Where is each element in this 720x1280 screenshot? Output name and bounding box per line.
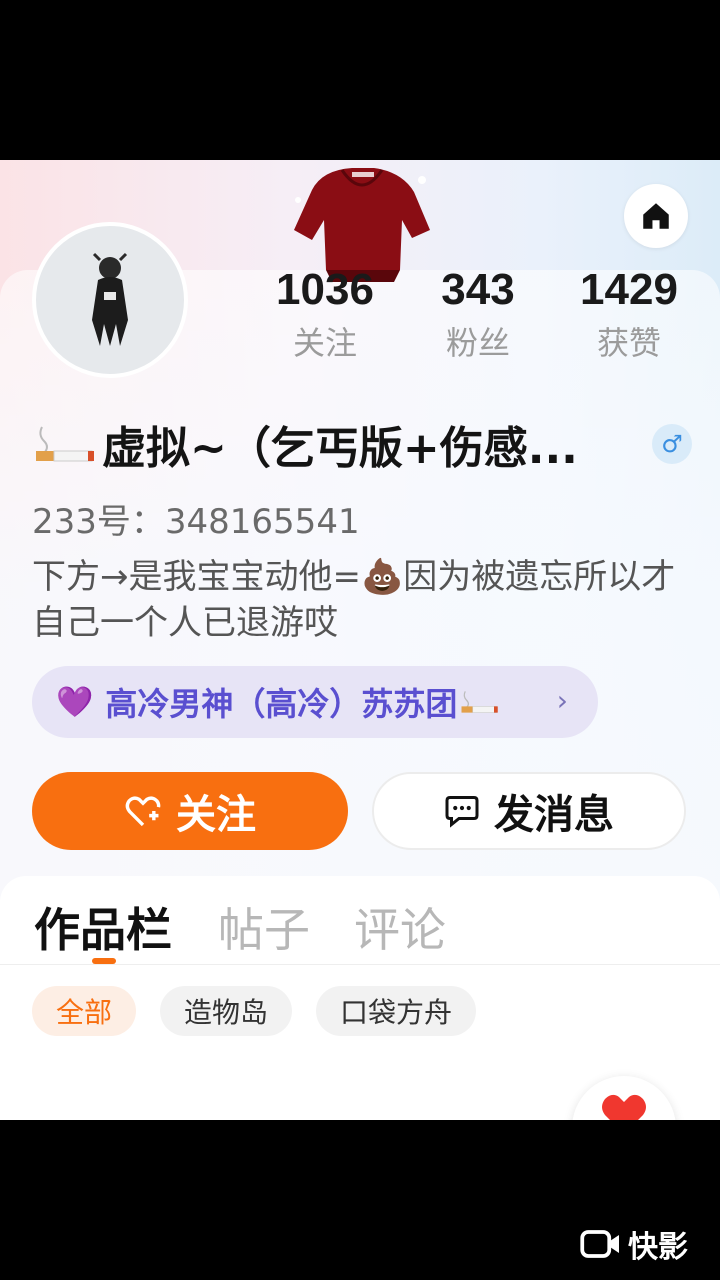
filter-creation-island[interactable]: 造物岛 [160, 986, 292, 1036]
cigarette-emoji-icon [36, 426, 94, 462]
user-id: 233号：348165541 [32, 502, 360, 542]
avatar[interactable] [32, 222, 188, 378]
follow-button[interactable]: 关注 [32, 772, 348, 850]
kuaiying-watermark: 快影 [580, 1222, 688, 1266]
following-label: 关注 [292, 324, 357, 362]
message-button[interactable]: 发消息 [372, 772, 686, 850]
gender-male-icon: ♂ [652, 424, 692, 464]
watermark-label: 快影 [628, 1230, 688, 1265]
following-count: 1036 [276, 265, 374, 314]
chat-bubble-icon [444, 794, 480, 828]
filter-pocket-ark[interactable]: 口袋方舟 [316, 986, 476, 1036]
group-link[interactable]: 💜 高冷男神（高冷）苏苏团 › [32, 666, 598, 738]
message-label: 发消息 [494, 792, 614, 838]
stats-row: 1036 关注 343 粉丝 1429 获赞 [250, 264, 710, 374]
name-row: 虚拟~（乞丐版+伤感... ♂ [32, 414, 692, 474]
likes-label: 获赞 [596, 324, 661, 362]
fans-count: 343 [441, 265, 515, 314]
follow-label: 关注 [176, 792, 256, 838]
likes-count: 1429 [580, 265, 678, 314]
video-camera-icon [580, 1230, 619, 1258]
heart-plus-icon [124, 794, 162, 828]
user-name: 虚拟~（乞丐版+伤感... [102, 423, 578, 474]
cigarette-emoji-icon [461, 691, 499, 713]
fans-label: 粉丝 [445, 324, 510, 362]
filter-all[interactable]: 全部 [32, 986, 136, 1036]
tab-comments[interactable]: 评论 [354, 894, 446, 960]
chevron-right-icon: › [556, 684, 568, 717]
purple-heart-icon: 💜 [56, 684, 94, 720]
character-avatar-image [92, 252, 128, 346]
tabs-divider [0, 964, 720, 965]
home-icon [643, 203, 669, 229]
tab-posts[interactable]: 帖子 [218, 894, 310, 960]
stat-likes[interactable]: 1429 获赞 [554, 264, 704, 366]
heart-icon [602, 1094, 646, 1120]
group-label: 高冷男神（高冷）苏苏团 [105, 685, 458, 723]
stat-following[interactable]: 1036 关注 [250, 264, 400, 366]
stat-fans[interactable]: 343 粉丝 [403, 264, 553, 366]
tab-works[interactable]: 作品栏 [34, 894, 172, 960]
user-bio: 下方→是我宝宝动他=💩因为被遗忘所以才自己一个人已退游哎 [32, 557, 676, 643]
profile-screen: 1036 关注 343 粉丝 1429 获赞 虚拟~（乞丐版+伤感... ♂ 2… [0, 160, 720, 1120]
letterbox-top [0, 0, 720, 160]
home-button[interactable] [624, 184, 688, 248]
